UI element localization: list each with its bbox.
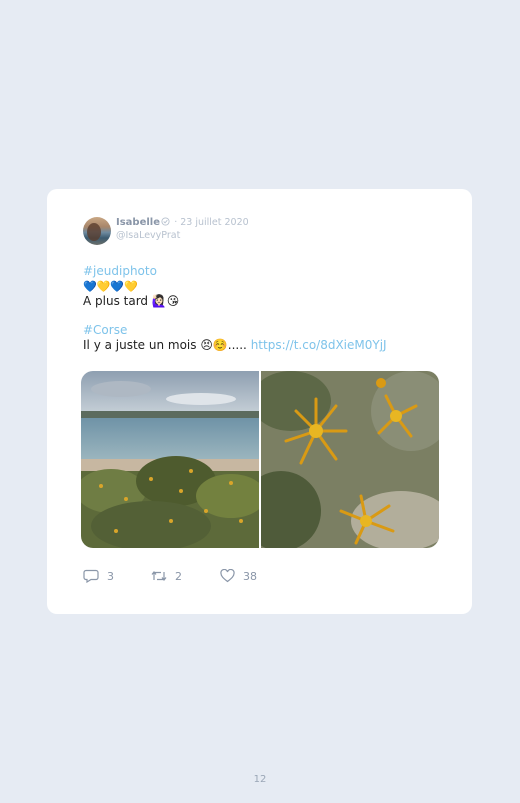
tweet-link[interactable]: https://t.co/8dXieM0YjJ <box>251 338 387 352</box>
hearts-line: 💙💛💙💛 <box>83 280 138 293</box>
reply-button[interactable]: 3 <box>83 569 114 584</box>
author-handle[interactable]: @IsaLevyPrat <box>116 230 180 241</box>
retweet-button[interactable]: 2 <box>151 569 182 583</box>
photo-gallery <box>81 371 439 548</box>
later-line: A plus tard 🙋🏻‍♀️😘 <box>83 294 180 308</box>
avatar[interactable] <box>83 217 111 245</box>
month-line: Il y a juste un mois 😣☺️..... <box>83 338 247 352</box>
tweet-text: #jeudiphoto 💙💛💙💛 A plus tard 🙋🏻‍♀️😘 #Cor… <box>83 264 443 353</box>
like-button[interactable]: 38 <box>220 568 257 583</box>
like-count: 38 <box>243 570 257 583</box>
hashtag-jeudiphoto[interactable]: #jeudiphoto <box>83 264 157 278</box>
retweet-count: 2 <box>175 570 182 583</box>
page-number: 12 <box>253 774 267 785</box>
tweet-card: Isabelle · 23 juillet 2020 @IsaLevyPrat … <box>47 189 472 614</box>
author-name[interactable]: Isabelle <box>116 217 160 228</box>
photo-beach[interactable] <box>81 371 259 548</box>
reply-icon <box>83 569 99 584</box>
reply-count: 3 <box>107 570 114 583</box>
author-row: Isabelle · 23 juillet 2020 <box>116 217 249 229</box>
tweet-date[interactable]: · 23 juillet 2020 <box>174 217 249 228</box>
verified-icon <box>161 217 170 226</box>
heart-icon <box>220 568 235 583</box>
retweet-icon <box>151 571 167 581</box>
hashtag-corse[interactable]: #Corse <box>83 323 127 337</box>
photo-flowers[interactable] <box>261 371 439 548</box>
